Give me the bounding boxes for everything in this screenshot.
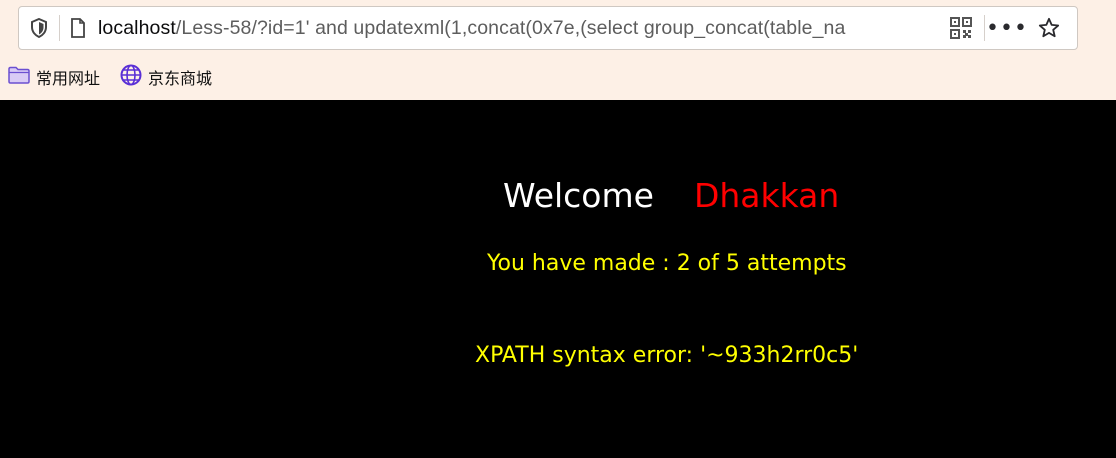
url-path: /Less-58/?id=1' and updatexml(1,concat(0…: [175, 16, 846, 39]
globe-icon: [120, 64, 142, 90]
user-name: Dhakkan: [693, 176, 840, 215]
shield-icon[interactable]: [19, 7, 59, 49]
bookmarks-toolbar: 常用网址 京东商城: [0, 58, 1116, 96]
url-host: localhost: [98, 16, 176, 39]
attempts-message: You have made : 2 of 5 attempts: [487, 251, 847, 276]
more-icon[interactable]: •••: [985, 7, 1029, 49]
folder-icon: [8, 66, 30, 88]
error-message: XPATH syntax error: '~933h2rr0c5': [475, 343, 859, 368]
url-text[interactable]: localhost/Less-58/?id=1' and updatexml(1…: [98, 17, 940, 40]
page-content: Welcome Dhakkan You have made : 2 of 5 at…: [0, 100, 1116, 458]
welcome-word: Welcome: [503, 176, 654, 215]
browser-chrome: localhost/Less-58/?id=1' and updatexml(1…: [0, 0, 1116, 100]
qr-code-icon[interactable]: [940, 7, 982, 49]
bookmark-label: 常用网址: [36, 69, 101, 88]
star-icon[interactable]: [1029, 7, 1069, 49]
bookmark-label: 京东商城: [148, 69, 213, 88]
address-bar[interactable]: localhost/Less-58/?id=1' and updatexml(1…: [18, 6, 1078, 50]
bookmark-item[interactable]: 常用网址: [8, 65, 100, 89]
bookmark-item[interactable]: 京东商城: [120, 64, 212, 90]
welcome-heading: Welcome Dhakkan: [503, 176, 839, 215]
page-icon[interactable]: [60, 7, 96, 49]
